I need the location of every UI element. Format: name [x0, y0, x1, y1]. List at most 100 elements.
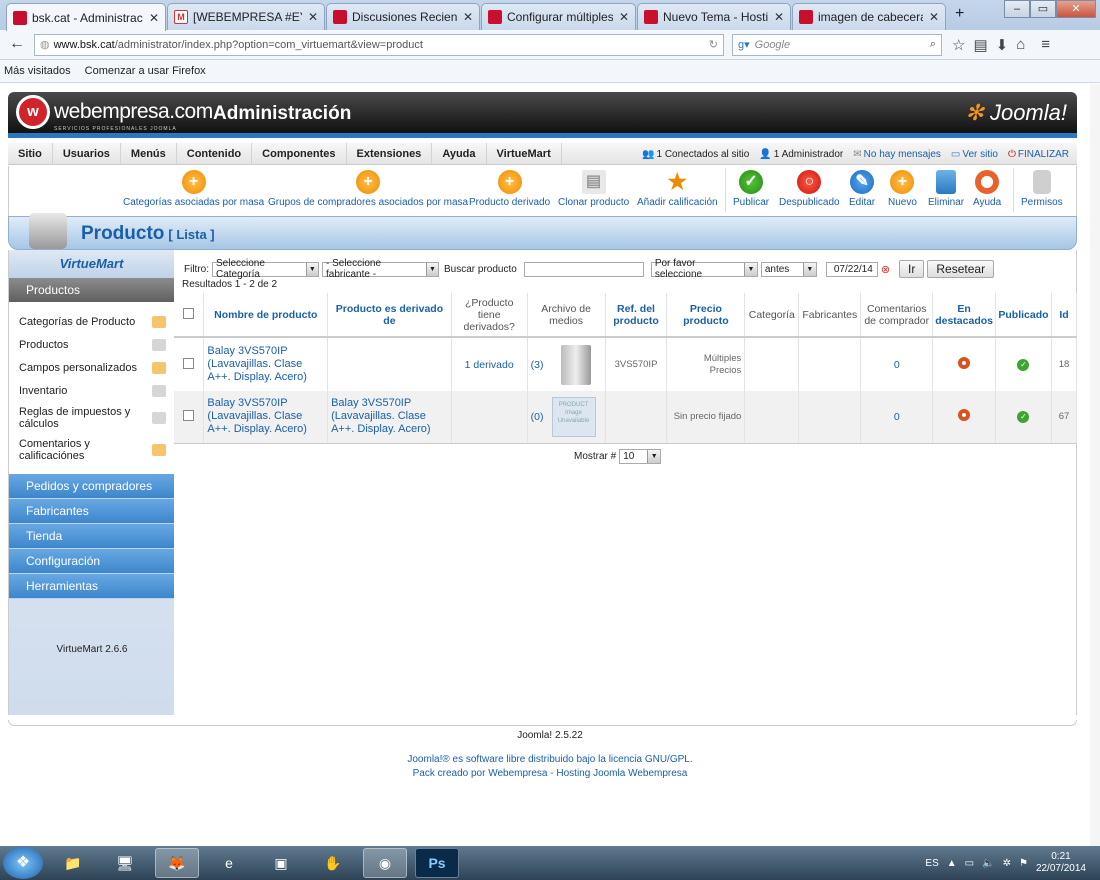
network-taskbar-icon[interactable]: 🖥 [103, 848, 147, 878]
row-checkbox[interactable] [183, 409, 195, 421]
ie-taskbar-icon[interactable]: e [207, 848, 251, 878]
action-center-icon[interactable]: ⚑ [1019, 858, 1028, 869]
product-name-link[interactable]: Balay 3VS570IP (Lavavajillas. Clase A++.… [203, 391, 329, 444]
home-icon[interactable]: ⌂ [1016, 36, 1025, 54]
menu-usuarios[interactable]: Usuarios [53, 142, 121, 165]
product-parent-link[interactable]: Balay 3VS570IP (Lavavajillas. Clase A++.… [327, 391, 452, 444]
photoshop-taskbar-icon[interactable]: Ps [415, 848, 459, 878]
published-check-icon[interactable]: ✓ [1017, 411, 1030, 424]
sidebar-group-fabricantes[interactable]: Fabricantes [9, 499, 174, 524]
sidebar-group-tienda[interactable]: Tienda [9, 524, 174, 549]
minecraft-taskbar-icon[interactable]: ▣ [259, 848, 303, 878]
magnifier-icon[interactable]: ⌕ [930, 38, 936, 51]
messages-link[interactable]: No hay mensajes [864, 149, 941, 160]
go-button[interactable]: Ir [899, 260, 925, 278]
close-tab-icon[interactable]: ✕ [774, 10, 784, 24]
not-featured-icon[interactable] [958, 357, 971, 369]
bookmarks-list-icon[interactable]: ▤ [973, 36, 987, 54]
new-button[interactable]: + Nuevo [888, 170, 917, 208]
date-input[interactable]: 07/22/14 [825, 261, 878, 277]
menu-menus[interactable]: Menús [121, 142, 177, 165]
add-rating-button[interactable]: ★ Añadir calificación [637, 170, 718, 209]
logout-link[interactable]: FINALIZAR [1018, 149, 1069, 160]
minimize-icon[interactable]: – [1004, 0, 1030, 18]
explorer-taskbar-icon[interactable]: 📁 [51, 848, 95, 878]
product-reviews-link[interactable]: 0 [860, 391, 934, 444]
clear-date-icon[interactable]: ⊗ [881, 263, 890, 276]
reset-button[interactable]: Resetear [927, 260, 995, 278]
product-reviews-link[interactable]: 0 [860, 337, 934, 391]
before-after-select[interactable]: antes ▼ [760, 261, 817, 277]
volume-icon[interactable]: 🔈 [982, 858, 994, 869]
page-scrollbar[interactable] [1090, 84, 1100, 846]
col-sku[interactable]: Ref. del producto [605, 293, 668, 338]
menu-componentes[interactable]: Componentes [252, 142, 347, 165]
sidebar-item-impuestos[interactable]: Reglas de impuestos y cálculos [9, 402, 174, 434]
browser-tab-5[interactable]: Nuevo Tema - Hostin... ✕ [637, 3, 791, 30]
image-unavailable-thumbnail[interactable]: PRODUCT Image Unavailable [551, 396, 596, 437]
download-icon[interactable]: ⬇ [996, 36, 1009, 54]
bookmark-star-icon[interactable]: ☆ [952, 36, 965, 54]
select-all-checkbox[interactable] [183, 307, 195, 319]
view-site-link[interactable]: Ver sitio [962, 149, 998, 160]
menu-sitio[interactable]: Sitio [8, 142, 53, 165]
close-window-icon[interactable]: ✕ [1056, 0, 1096, 18]
reload-icon[interactable]: ↻ [709, 38, 718, 51]
search-input[interactable] [523, 261, 644, 277]
browser-tab-2[interactable]: M [WEBEMPRESA #EYF-... ✕ [167, 3, 325, 30]
sidebar-group-pedidos[interactable]: Pedidos y compradores [9, 474, 174, 499]
col-featured[interactable]: En destacados [932, 293, 996, 338]
publish-button[interactable]: ✓ Publicar [733, 170, 769, 208]
manufacturer-select[interactable]: - Seleccione fabricante - ▼ [322, 258, 439, 280]
col-price[interactable]: Precio producto [666, 293, 746, 338]
menu-virtuemart[interactable]: VirtueMart [487, 142, 562, 165]
sidebar-section-productos[interactable]: Productos [9, 278, 174, 302]
sidebar-group-herramientas[interactable]: Herramientas [9, 574, 174, 599]
firefox-taskbar-icon[interactable]: 🦊 [155, 848, 199, 878]
media-count-link[interactable]: (3) [531, 359, 544, 371]
mass-shopper-group-button[interactable]: + Grupos de compradores asociados por mas… [268, 170, 468, 208]
back-icon[interactable]: ← [6, 34, 28, 56]
browser-tab-1[interactable]: bsk.cat - Administrac... ✕ [6, 3, 166, 31]
not-featured-icon[interactable] [958, 409, 971, 422]
sidebar-item-campos[interactable]: Campos personalizados [9, 356, 174, 379]
help-button[interactable]: Ayuda [973, 170, 1001, 208]
browser-tab-6[interactable]: imagen de cabecera ... ✕ [792, 3, 946, 30]
clone-product-button[interactable]: ▤ Clonar producto [558, 170, 629, 208]
show-hidden-icon[interactable]: ▲ [947, 858, 957, 869]
menu-icon[interactable]: ≡ [1041, 36, 1050, 54]
row-checkbox[interactable] [183, 357, 195, 369]
category-select[interactable]: Seleccione Categoría ▼ [212, 258, 319, 280]
close-tab-icon[interactable]: ✕ [308, 10, 318, 24]
delete-button[interactable]: Eliminar [928, 170, 964, 208]
menu-extensiones[interactable]: Extensiones [347, 142, 433, 165]
sidebar-group-configuracion[interactable]: Configuración [9, 549, 174, 574]
edit-button[interactable]: ✎ Editar [849, 170, 875, 208]
child-product-button[interactable]: + Producto derivado [469, 170, 550, 208]
maximize-icon[interactable]: ▭ [1030, 0, 1056, 18]
browser-tab-3[interactable]: Discusiones Reciente... ✕ [326, 3, 480, 30]
bookmark-getting-started[interactable]: Comenzar a usar Firefox [85, 65, 206, 77]
permissions-button[interactable]: Permisos [1021, 170, 1063, 208]
col-name[interactable]: Nombre de producto [203, 293, 329, 338]
limit-select[interactable]: 10 ▼ [619, 449, 662, 464]
network-icon[interactable]: ▭ [965, 858, 974, 869]
browser-tab-4[interactable]: Configurar múltiples ... ✕ [481, 3, 636, 30]
close-tab-icon[interactable]: ✕ [149, 11, 159, 25]
clock[interactable]: 0:21 22/07/2014 [1036, 851, 1086, 875]
sidebar-item-comentarios[interactable]: Comentarios y calificaciónes [9, 434, 174, 466]
language-indicator[interactable]: ES [925, 858, 938, 869]
search-box[interactable]: g▾ Google ⌕ [732, 33, 942, 56]
start-button[interactable]: ❖ [3, 847, 43, 879]
chrome-taskbar-icon[interactable]: ◉ [363, 848, 407, 878]
url-bar[interactable]: ◍ www.bsk.cat/administrator/index.php?op… [34, 33, 724, 56]
product-name-link[interactable]: Balay 3VS570IP (Lavavajillas. Clase A++.… [203, 337, 329, 391]
new-tab-icon[interactable]: + [955, 5, 964, 23]
media-count-link[interactable]: (0) [531, 411, 544, 423]
product-children-link[interactable]: 1 derivado [451, 337, 528, 391]
sidebar-item-inventario[interactable]: Inventario [9, 379, 174, 402]
tray-app-icon[interactable]: ✲ [1003, 858, 1011, 869]
menu-ayuda[interactable]: Ayuda [432, 142, 487, 165]
date-filter-select[interactable]: Por favor seleccione ▼ [650, 258, 758, 280]
unpublish-button[interactable]: ○ Despublicado [779, 170, 840, 208]
